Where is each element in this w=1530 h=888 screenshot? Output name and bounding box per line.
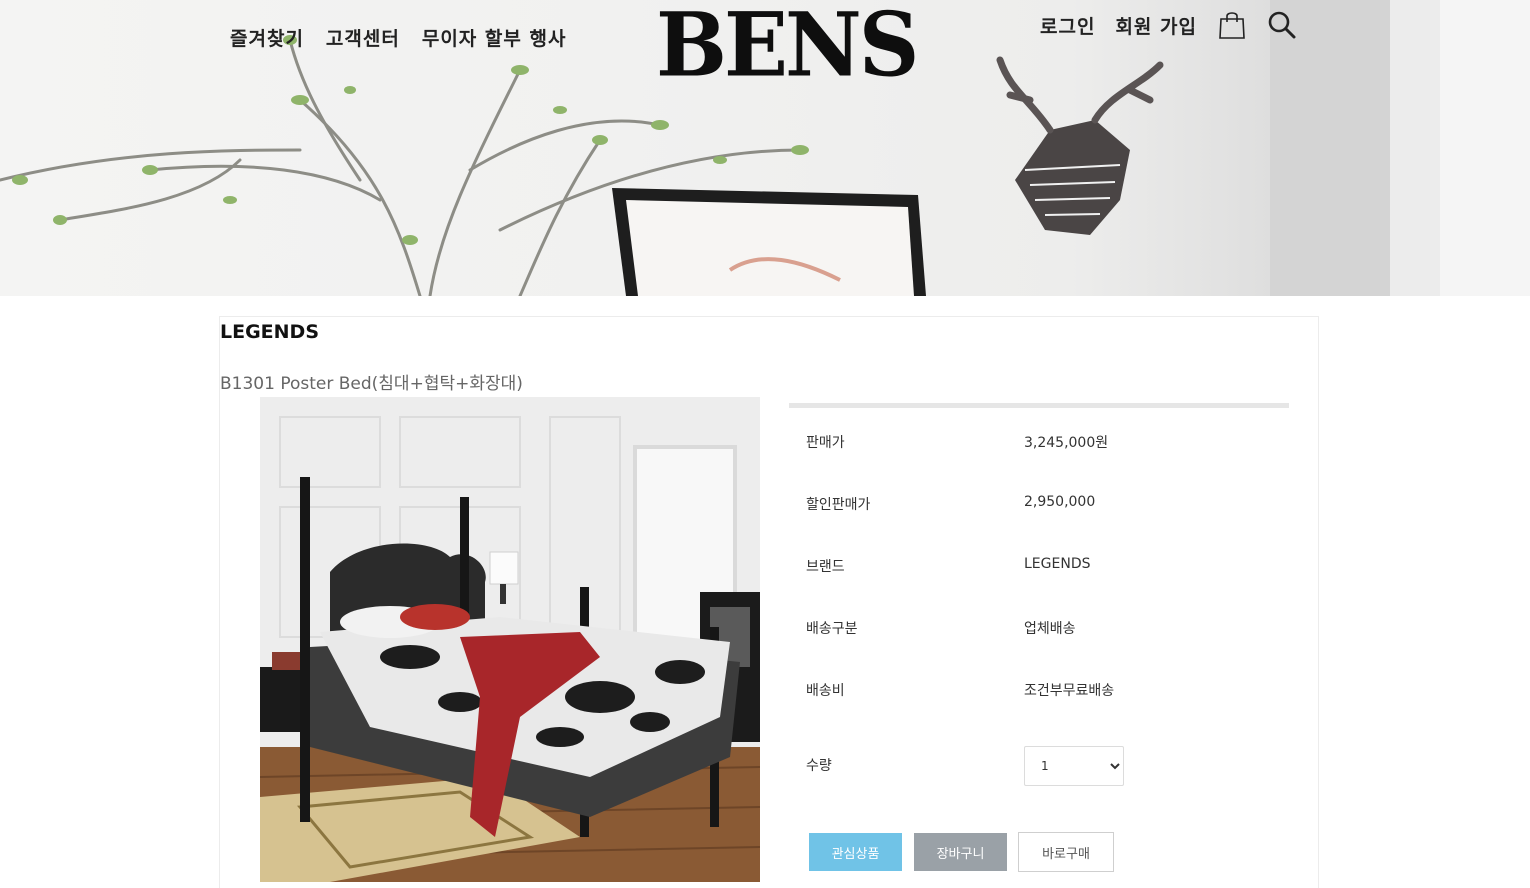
wishlist-button[interactable]: 관심상품 xyxy=(809,833,902,871)
info-label: 배송비 xyxy=(806,683,845,699)
info-value: 3,245,000원 xyxy=(1024,435,1109,451)
product-detail-section: LEGENDS B1301 Poster Bed(침대+협탁+화장대) 판매가 … xyxy=(219,316,1319,888)
info-value: 조건부무료배송 xyxy=(1024,683,1115,699)
info-top-divider xyxy=(789,403,1289,408)
info-label: 판매가 xyxy=(806,435,845,451)
nav-installment-event-link[interactable]: 무이자 할부 행사 xyxy=(422,24,567,51)
top-nav-left: 즐겨찾기 고객센터 무이자 할부 행사 xyxy=(230,24,566,51)
add-to-cart-button[interactable]: 장바구니 xyxy=(914,833,1007,871)
nav-favorites-link[interactable]: 즐겨찾기 xyxy=(230,24,304,51)
product-name: B1301 Poster Bed(침대+협탁+화장대) xyxy=(220,374,523,394)
search-icon[interactable] xyxy=(1267,10,1297,40)
info-value: 2,950,000 xyxy=(1024,494,1096,510)
info-label: 할인판매가 xyxy=(806,497,871,513)
login-link[interactable]: 로그인 xyxy=(1040,12,1095,39)
quantity-label: 수량 xyxy=(806,758,832,774)
product-image[interactable] xyxy=(260,397,760,882)
info-value: LEGENDS xyxy=(1024,556,1091,572)
product-brand-title: LEGENDS xyxy=(220,321,320,343)
info-label: 배송구분 xyxy=(806,621,858,637)
shopping-bag-icon[interactable] xyxy=(1217,10,1247,40)
nav-customer-center-link[interactable]: 고객센터 xyxy=(326,24,400,51)
site-logo[interactable]: BENS xyxy=(656,0,919,90)
signup-link[interactable]: 회원 가입 xyxy=(1115,12,1197,39)
hero-banner: 즐겨찾기 고객센터 무이자 할부 행사 BENS 로그인 회원 가입 xyxy=(0,0,1530,296)
top-nav-right: 로그인 회원 가입 xyxy=(1040,10,1297,40)
info-label: 브랜드 xyxy=(806,559,845,575)
quantity-select[interactable]: 1 xyxy=(1024,746,1124,786)
product-info-panel: 판매가 3,245,000원 할인판매가 2,950,000 브랜드 LEGEN… xyxy=(789,403,1289,872)
info-value: 업체배송 xyxy=(1024,621,1076,637)
buy-now-button[interactable]: 바로구매 xyxy=(1018,832,1114,872)
